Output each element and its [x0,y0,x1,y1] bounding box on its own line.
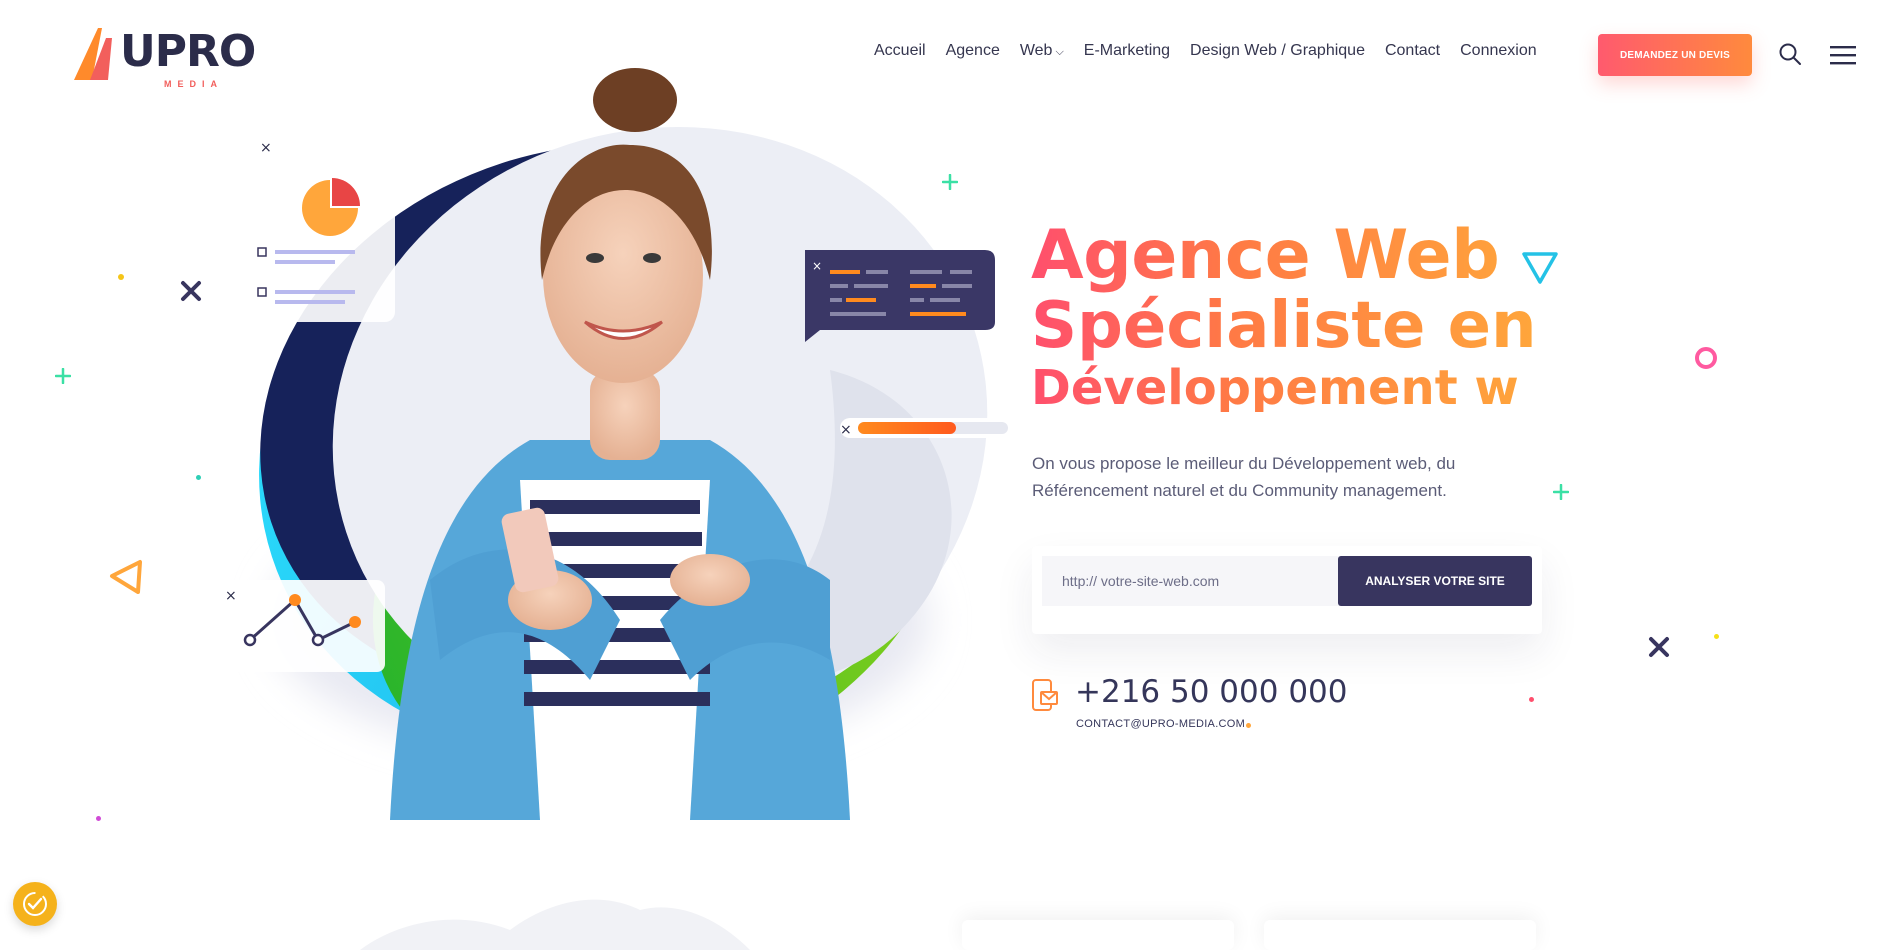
svg-text:×: × [225,588,237,604]
nav-item-web-label: Web [1019,42,1053,59]
svg-text:×: × [840,422,852,438]
x-decoration-icon [181,281,201,301]
circle-decoration-icon [1695,347,1717,369]
world-map-graphic [360,899,750,950]
dot-decoration [1246,723,1251,728]
phone-number[interactable]: +216 50 000 000 [1075,674,1348,710]
hero-title-line2: Spécialiste en [1031,289,1537,363]
line-chart-card: × [215,580,385,672]
cookie-check-icon [23,892,47,916]
dot-decoration [1529,697,1534,702]
email-address[interactable]: CONTACT@UPRO-MEDIA.COM [1076,718,1245,730]
dot-decoration [1714,634,1719,639]
hamburger-menu-icon[interactable] [1830,44,1856,66]
svg-text:×: × [260,140,272,156]
dot-decoration [196,475,201,480]
chevron-down-icon: ⌵ [1055,46,1064,58]
svg-text:×: × [812,259,822,273]
nav-item-contact[interactable]: Contact [1385,42,1440,60]
site-analyzer-form: ANALYSER VOTRE SITE [1032,546,1542,634]
website-url-input[interactable] [1042,556,1342,606]
feature-card [1264,920,1536,950]
nav-item-connexion[interactable]: Connexion [1460,42,1537,60]
hero-title: Agence Web Spécialiste en Développement … [1031,222,1537,412]
nav-item-accueil[interactable]: Accueil [874,42,926,60]
nav-item-web[interactable]: Web ⌵ [1020,42,1064,60]
nav-item-agence[interactable]: Agence [946,42,1000,60]
cookie-consent-button[interactable] [13,882,57,926]
plus-decoration-icon [55,368,71,384]
triangle-decoration-icon [110,560,142,594]
hero-illustration: × × × × [215,68,1010,820]
hero-title-line3: Développement w [1031,360,1519,416]
main-nav: Accueil Agence Web ⌵ E-Marketing Design W… [874,42,1537,60]
progress-bar-card: × [840,418,1010,438]
analyze-site-button[interactable]: ANALYSER VOTRE SITE [1338,556,1532,606]
plus-decoration-icon [1553,484,1569,500]
triangle-decoration-icon [1522,252,1558,284]
dot-decoration [118,274,124,280]
plus-decoration-icon [942,174,958,190]
hero-title-line1: Agence Web [1031,216,1500,295]
code-bubble-card: × [805,250,995,342]
nav-item-design[interactable]: Design Web / Graphique [1190,42,1365,60]
feature-card [962,920,1234,950]
search-icon[interactable] [1778,42,1802,66]
pie-chart-card: × [245,132,395,322]
nav-item-e-marketing[interactable]: E-Marketing [1084,42,1170,60]
phone-mail-icon [1032,679,1058,711]
hero-description: On vous propose le meilleur du Développe… [1032,454,1456,500]
x-decoration-icon [1649,637,1669,657]
quote-button[interactable]: DEMANDEZ UN DEVIS [1598,34,1752,76]
dot-decoration [96,816,101,821]
